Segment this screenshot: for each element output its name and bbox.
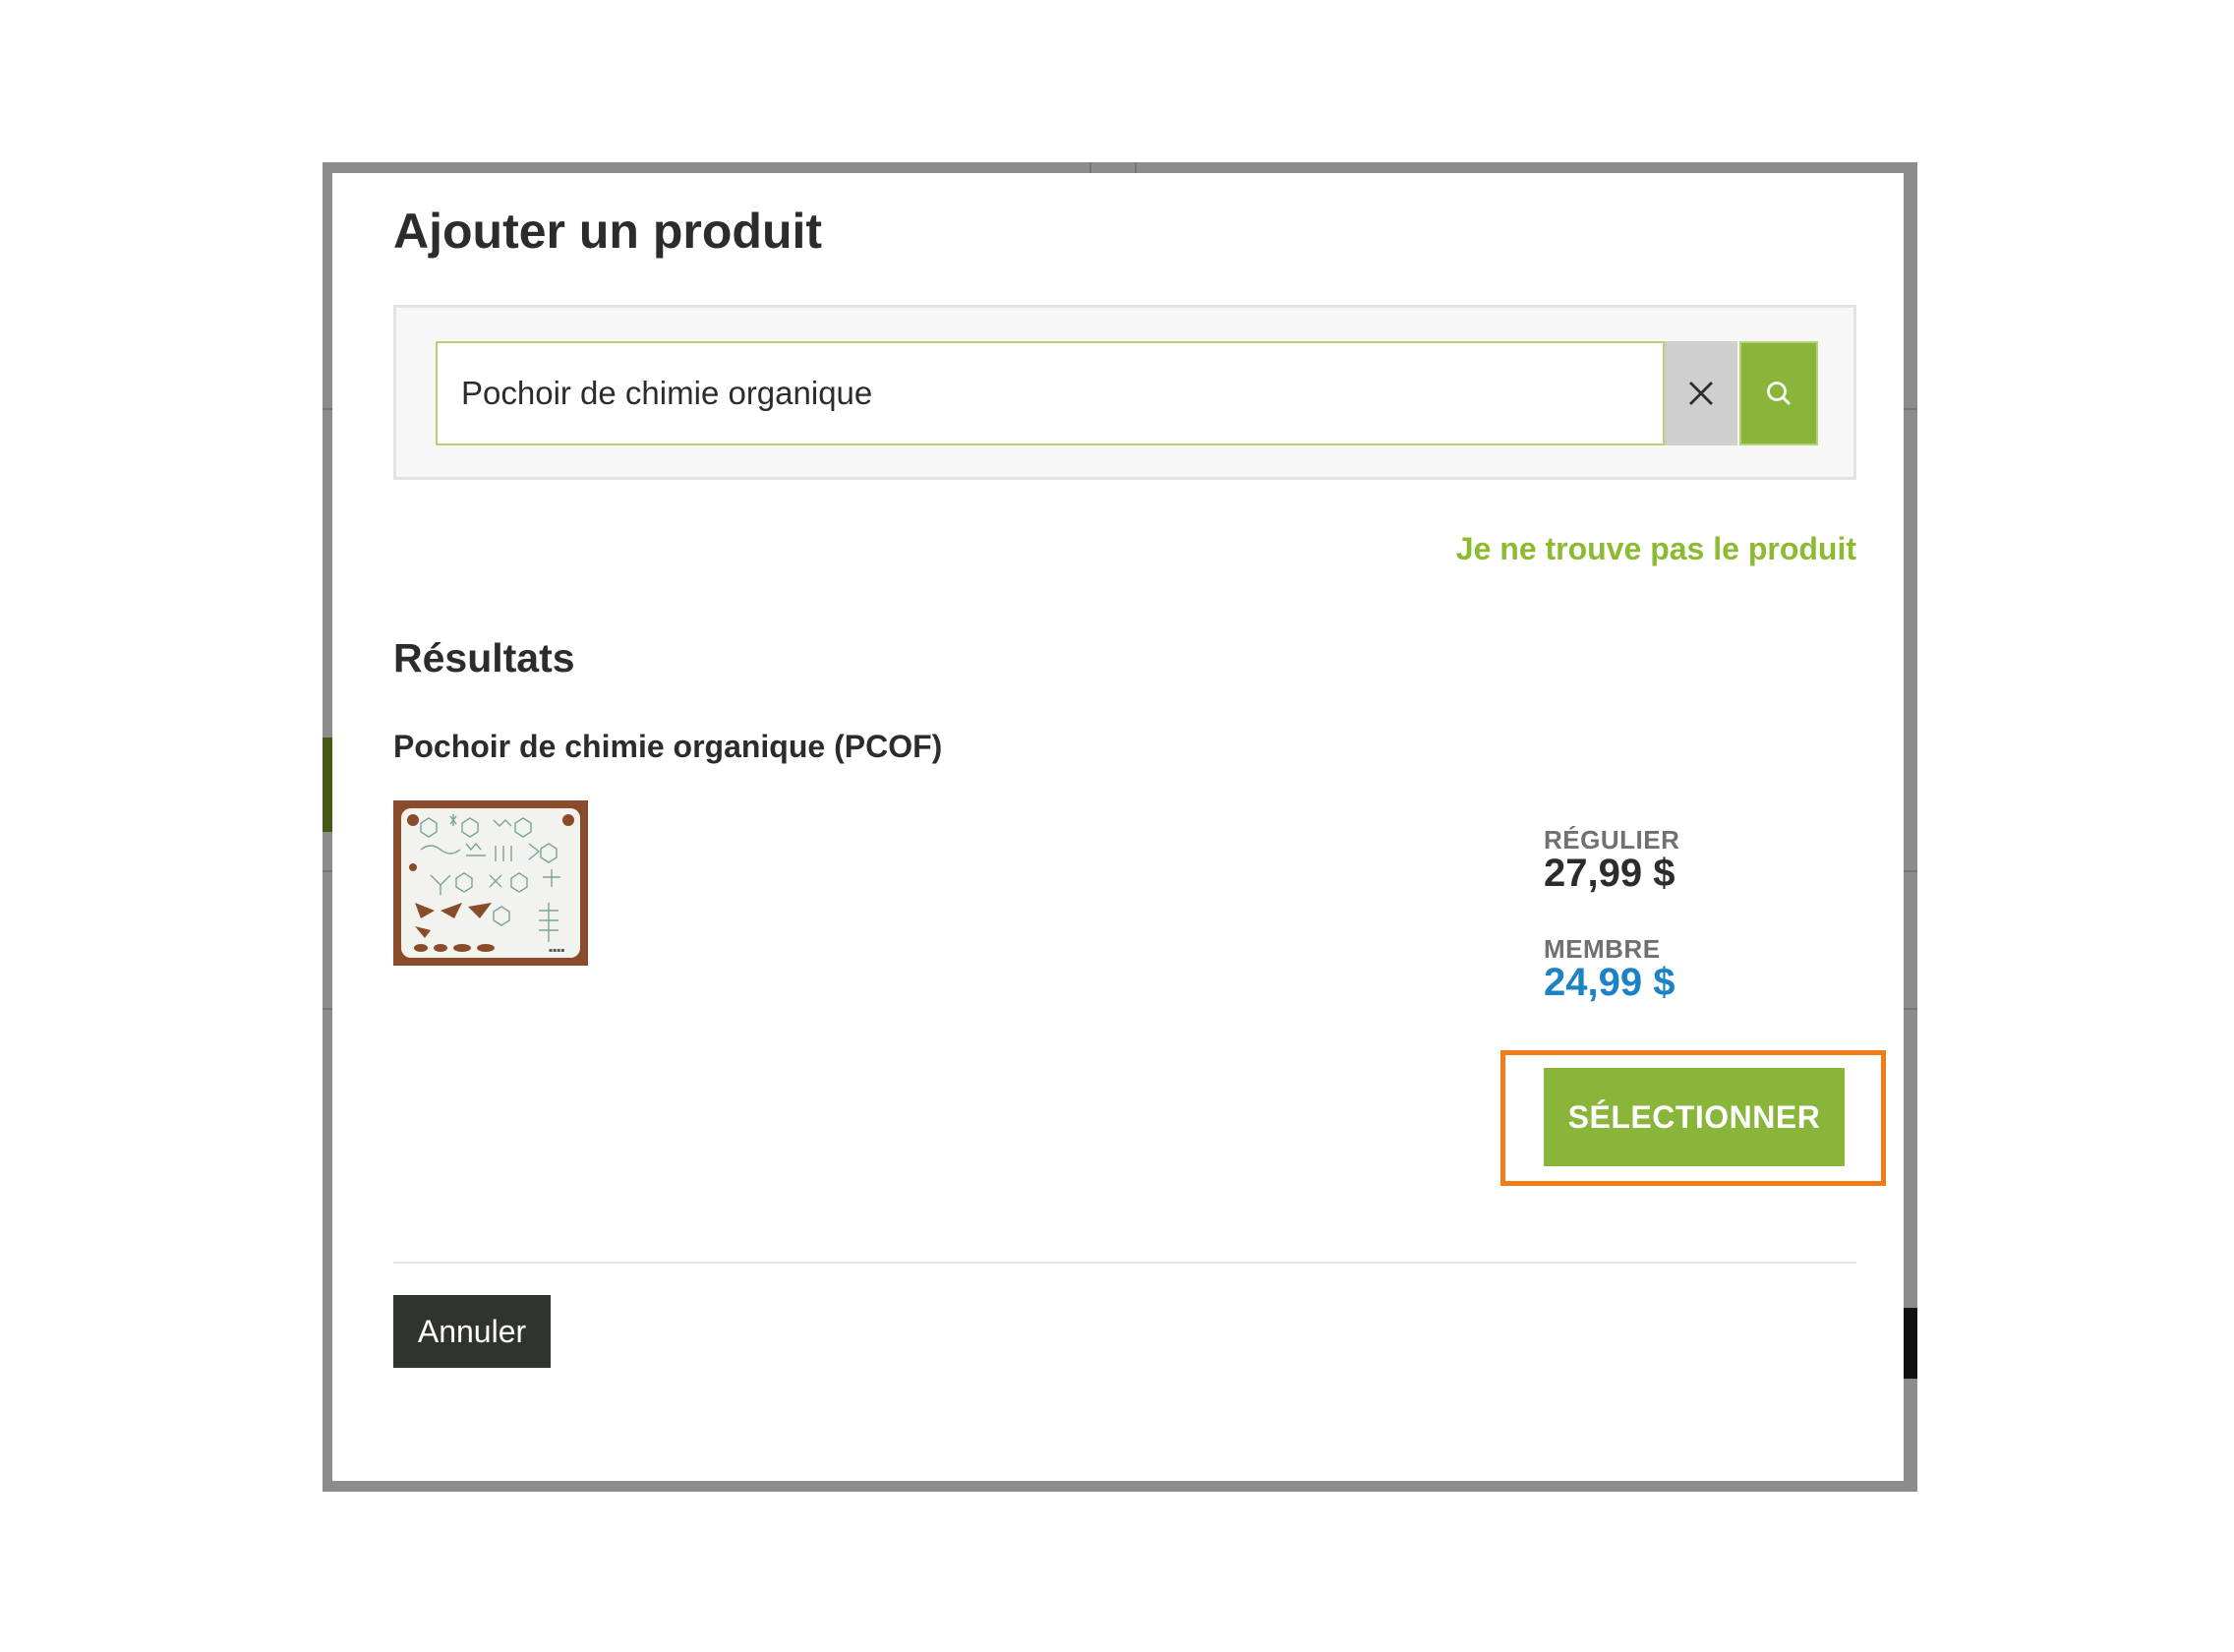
close-icon	[1689, 382, 1713, 405]
results-heading: Résultats	[393, 635, 575, 680]
search-icon	[1767, 382, 1791, 405]
search-button[interactable]	[1739, 341, 1818, 445]
member-price: 24,99 $	[1544, 961, 1676, 1004]
product-image: ▪▪▪▪	[393, 800, 588, 966]
modal-divider	[393, 1262, 1856, 1264]
clear-search-button[interactable]	[1665, 341, 1737, 445]
add-product-modal: Ajouter un produit Je ne trouve pas le p…	[332, 173, 1904, 1481]
product-search-input[interactable]	[436, 341, 1665, 445]
modal-title: Ajouter un produit	[393, 204, 823, 259]
product-not-found-link[interactable]: Je ne trouve pas le produit	[1456, 531, 1856, 567]
cancel-button[interactable]: Annuler	[393, 1295, 551, 1368]
svg-text:▪▪▪▪: ▪▪▪▪	[549, 947, 564, 954]
stencil-picture: ▪▪▪▪	[401, 808, 580, 958]
product-name: Pochoir de chimie organique (PCOF)	[393, 729, 943, 764]
search-panel	[393, 305, 1856, 480]
regular-price: 27,99 $	[1544, 852, 1676, 895]
select-product-button[interactable]: SÉLECTIONNER	[1544, 1068, 1845, 1166]
